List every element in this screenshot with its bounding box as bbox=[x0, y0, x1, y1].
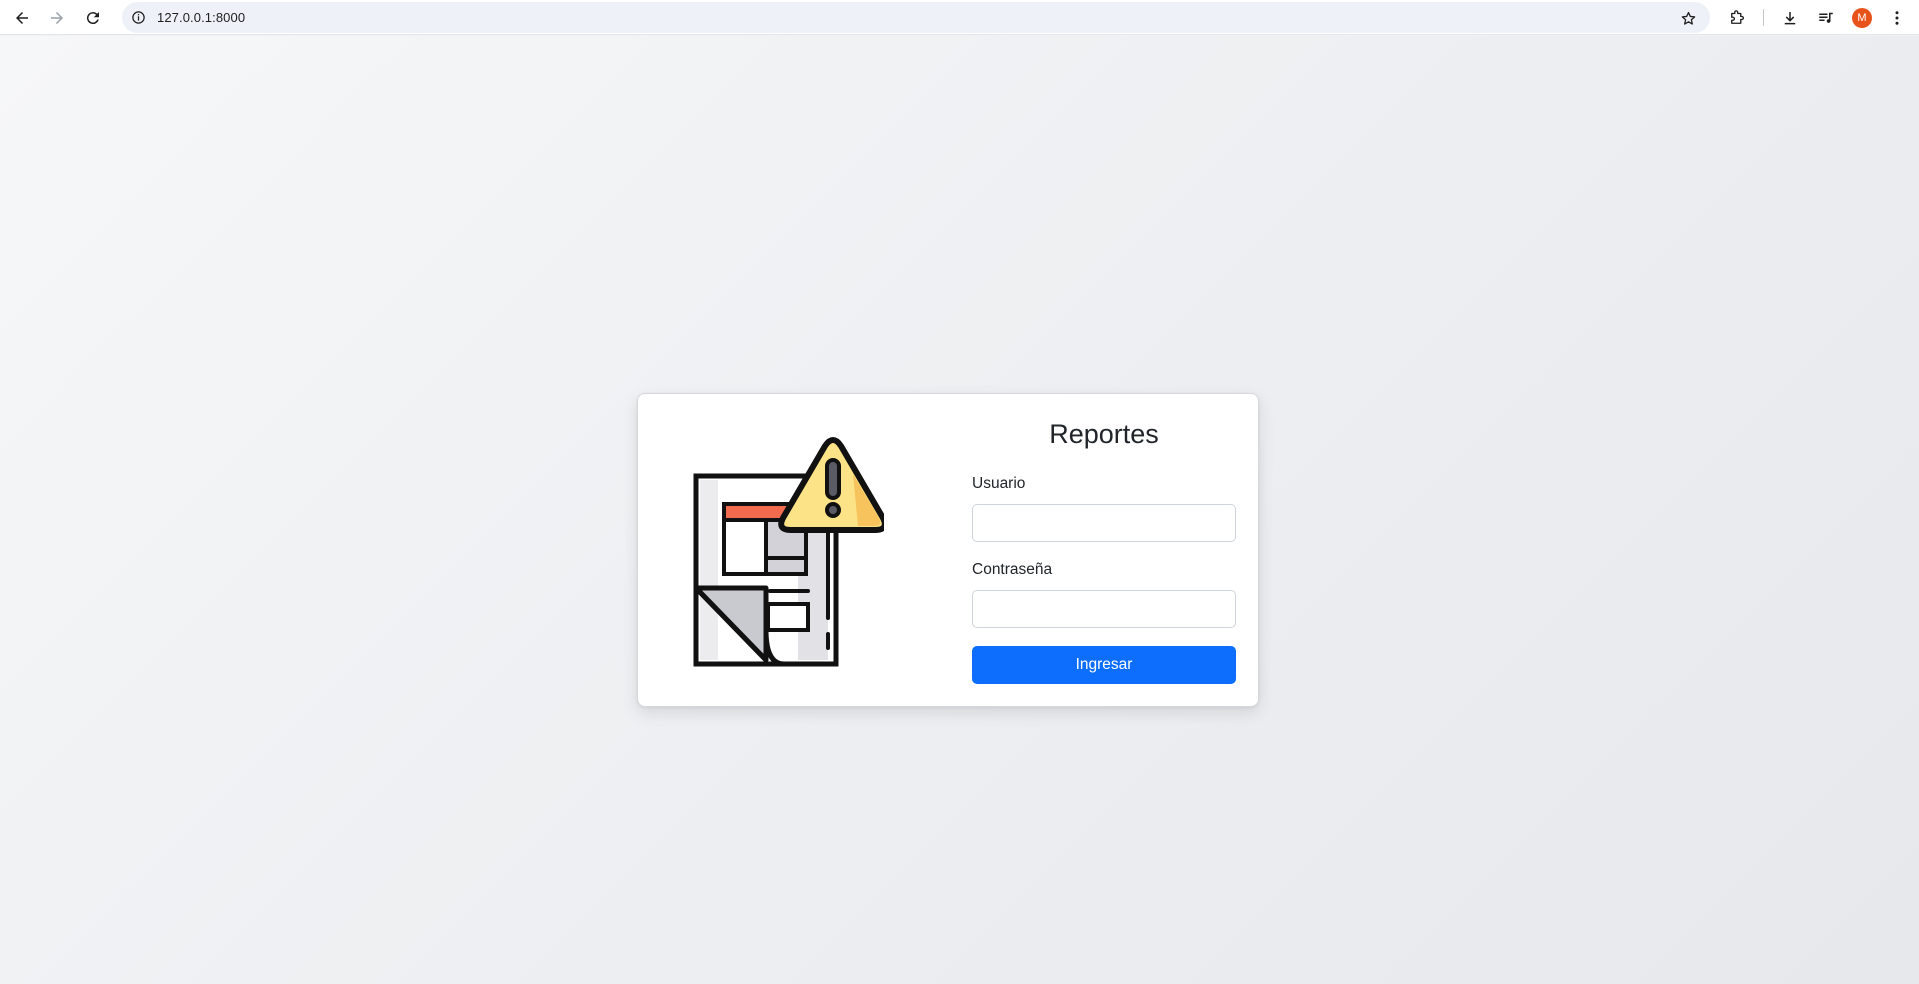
url-text: 127.0.0.1:8000 bbox=[157, 10, 246, 25]
toolbar-separator bbox=[1763, 9, 1764, 26]
forward-button[interactable] bbox=[43, 4, 71, 32]
back-icon bbox=[16, 12, 28, 24]
login-card: Reportes Usuario Contraseña Ingresar bbox=[637, 393, 1259, 707]
download-icon bbox=[1784, 12, 1796, 25]
report-warning-icon bbox=[693, 437, 884, 667]
back-button[interactable] bbox=[8, 4, 36, 32]
username-label: Usuario bbox=[972, 475, 1026, 492]
browser-toolbar: 127.0.0.1:8000 M bbox=[0, 0, 1919, 35]
media-control-button[interactable] bbox=[1812, 4, 1840, 32]
extensions-icon bbox=[1731, 10, 1744, 24]
menu-kebab-icon bbox=[1895, 11, 1899, 25]
reload-button[interactable] bbox=[79, 4, 107, 32]
menu-button[interactable] bbox=[1883, 4, 1911, 32]
download-button[interactable] bbox=[1776, 4, 1804, 32]
page-background: Reportes Usuario Contraseña Ingresar bbox=[0, 36, 1919, 984]
extensions-button[interactable] bbox=[1723, 4, 1751, 32]
username-input[interactable] bbox=[972, 504, 1236, 542]
site-info-icon[interactable] bbox=[130, 9, 147, 26]
profile-avatar[interactable]: M bbox=[1852, 8, 1872, 28]
address-bar[interactable]: 127.0.0.1:8000 bbox=[122, 2, 1710, 33]
page-title: Reportes bbox=[1049, 419, 1159, 449]
submit-button[interactable]: Ingresar bbox=[972, 646, 1236, 684]
password-label: Contraseña bbox=[972, 561, 1053, 578]
bookmark-star-icon[interactable] bbox=[1678, 8, 1698, 28]
password-input[interactable] bbox=[972, 590, 1236, 628]
media-control-icon bbox=[1819, 12, 1833, 23]
forward-icon bbox=[51, 12, 63, 24]
reload-icon bbox=[86, 12, 99, 25]
